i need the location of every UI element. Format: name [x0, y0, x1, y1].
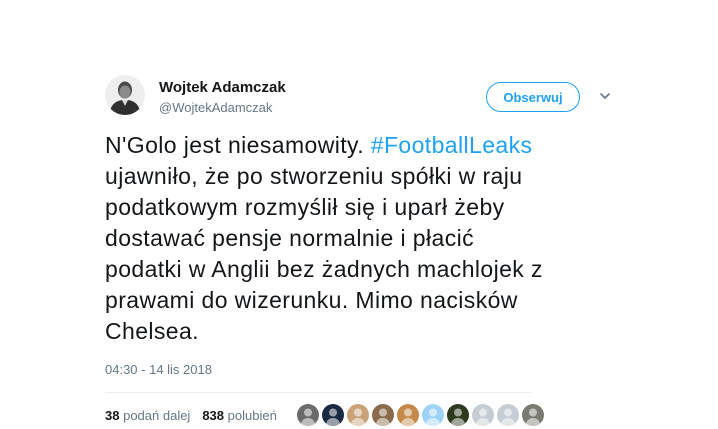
divider: [105, 392, 531, 393]
hashtag-link[interactable]: #FootballLeaks: [371, 132, 533, 158]
author-handle[interactable]: @WojtekAdamczak: [159, 99, 286, 116]
liker-avatar-icon[interactable]: [396, 404, 419, 426]
tweet-text: N'Golo jest niesamowity. #FootballLeaks …: [105, 130, 545, 347]
liker-avatar-icon[interactable]: [321, 404, 344, 426]
liker-avatar-icon[interactable]: [346, 404, 369, 426]
retweets-label: podań dalej: [123, 407, 191, 423]
tweet-timestamp[interactable]: 04:30 - 14 lis 2018: [105, 361, 617, 378]
liker-avatar-icon[interactable]: [296, 404, 319, 426]
retweets-stat[interactable]: 38 podań dalej: [105, 408, 190, 423]
tweet-text-start: N'Golo jest niesamowity.: [105, 132, 371, 158]
tweet-card: Wojtek Adamczak @WojtekAdamczak Obserwuj…: [105, 70, 617, 429]
author-avatar[interactable]: [105, 75, 145, 115]
tweet-text-rest: ujawniło, że po stworzeniu spółki w raju…: [105, 163, 543, 344]
tweet-header: Wojtek Adamczak @WojtekAdamczak Obserwuj: [105, 70, 617, 126]
liker-avatar-icon[interactable]: [521, 404, 544, 426]
retweets-count: 38: [105, 407, 120, 423]
portrait-avatar-icon: [105, 75, 145, 115]
chevron-down-icon[interactable]: [599, 90, 611, 102]
likes-stat[interactable]: 838 polubień: [202, 408, 276, 423]
liker-avatar-icon[interactable]: [496, 404, 519, 426]
author-names: Wojtek Adamczak @WojtekAdamczak: [159, 78, 286, 116]
liker-avatar-icon[interactable]: [421, 404, 444, 426]
liker-avatar-icon[interactable]: [446, 404, 469, 426]
likers-list: [296, 404, 547, 426]
likes-label: polubień: [227, 407, 277, 423]
follow-button[interactable]: Obserwuj: [486, 82, 580, 112]
likes-count: 838: [202, 407, 225, 423]
liker-avatar-icon[interactable]: [471, 404, 494, 426]
tweet-stats: 38 podań dalej 838 polubień: [105, 401, 617, 429]
author-display-name[interactable]: Wojtek Adamczak: [159, 78, 286, 97]
liker-avatar-icon[interactable]: [371, 404, 394, 426]
